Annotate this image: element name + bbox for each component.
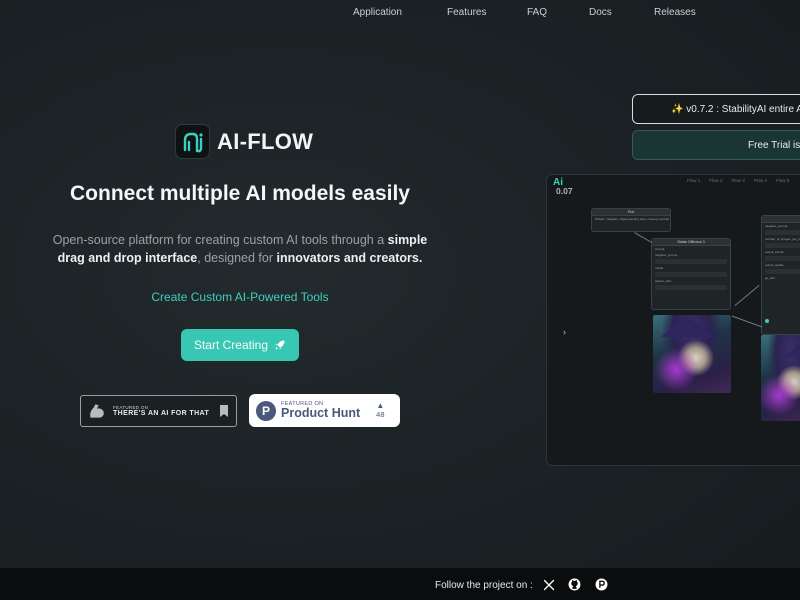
custom-tools-link[interactable]: Create Custom AI-Powered Tools xyxy=(0,290,480,304)
hero-subtitle: Open-source platform for creating custom… xyxy=(40,231,440,267)
producthunt-logo-icon: P xyxy=(256,400,276,421)
ph-big-text: Product Hunt xyxy=(281,406,361,420)
flow-tabs: Flow 1 Flow 2 Flow 3 Flow 4 Flow 5 xyxy=(687,178,789,183)
sd-node-title: Stable Diffusion 3 xyxy=(652,239,730,246)
node-connection xyxy=(731,315,763,328)
bookmark-icon xyxy=(220,405,229,417)
ph-vote-count: 48 xyxy=(376,410,385,419)
flow-tab: Flow 2 xyxy=(709,178,723,183)
product-hunt-badge[interactable]: P FEATURED ON Product Hunt ▲ 48 xyxy=(249,394,400,427)
sd-node-field xyxy=(655,285,727,290)
flow-tab: Flow 4 xyxy=(753,178,768,183)
text-node: Text Wizard, magician, digital painting … xyxy=(591,208,671,232)
app-timer: 0.07 xyxy=(556,186,573,196)
replicate-node-row: output_quality xyxy=(765,263,784,267)
nav-releases[interactable]: Releases xyxy=(654,7,696,18)
brand-name: AI-FLOW xyxy=(217,129,314,154)
github-icon[interactable] xyxy=(568,578,581,591)
app-preview-toolbar: Ai Flow 1 Flow 2 Flow 3 Flow 4 Flow 5 xyxy=(547,175,800,189)
nav-docs[interactable]: Docs xyxy=(589,7,612,18)
flow-tab: Flow 5 xyxy=(776,178,790,183)
chevron-right-icon: › xyxy=(563,327,566,337)
replicate-node-row: number_of_images_per_prom xyxy=(765,237,800,241)
sd-node-row: negative_prompt xyxy=(655,253,678,257)
sd-node-row: model xyxy=(655,266,664,270)
hero-headline: Connect multiple AI models easily xyxy=(70,182,410,205)
nav-application[interactable]: Application xyxy=(353,7,402,18)
flexed-arm-icon xyxy=(90,404,104,418)
flow-tab: Flow 1 xyxy=(687,178,701,183)
node-connection xyxy=(734,284,760,307)
sd-node-field xyxy=(655,259,727,264)
flow-tab: Flow 3 xyxy=(731,178,745,183)
nav-features[interactable]: Features xyxy=(447,7,486,18)
hero-subtitle-part-2: , designed for xyxy=(197,251,277,265)
replicate-node-row: negative_prompt xyxy=(765,224,788,228)
text-node-title: Text xyxy=(592,209,670,216)
x-icon[interactable] xyxy=(542,578,555,591)
wizard-output-image xyxy=(653,315,731,393)
stable-diffusion-node: Stable Diffusion 3 prompt negative_promp… xyxy=(651,238,731,310)
producthunt-icon[interactable] xyxy=(595,578,608,591)
replicate-node-title xyxy=(762,216,800,223)
footer-follow-label: Follow the project on : xyxy=(435,580,533,591)
nav-faq[interactable]: FAQ xyxy=(527,7,547,18)
footer: Follow the project on : xyxy=(0,568,800,600)
app-preview-screenshot: Ai Flow 1 Flow 2 Flow 3 Flow 4 Flow 5 0.… xyxy=(546,174,800,466)
top-nav: Application Features FAQ Docs Releases xyxy=(0,0,800,26)
wizard-output-image-2 xyxy=(761,335,800,421)
node-connection xyxy=(634,232,652,243)
hero-subtitle-part-1: Open-source platform for creating custom… xyxy=(52,233,388,247)
sd-node-field xyxy=(655,272,727,277)
replicate-node-row: go_fast xyxy=(765,276,775,280)
brand-logo-icon xyxy=(175,124,210,159)
text-node-body: Wizard, magician, digital painting style… xyxy=(595,217,670,221)
replicate-node-row: output_format xyxy=(765,250,784,254)
replicate-node: negative_prompt number_of_images_per_pro… xyxy=(761,215,800,335)
rocket-icon xyxy=(275,340,285,350)
version-announcement[interactable]: ✨ v0.7.2 : StabilityAI entire AP xyxy=(632,94,800,124)
start-creating-button[interactable]: Start Creating xyxy=(181,329,299,361)
ph-votes: ▲ 48 xyxy=(376,401,385,420)
start-creating-label: Start Creating xyxy=(193,338,269,352)
upvote-icon: ▲ xyxy=(376,401,385,410)
free-trial-banner[interactable]: Free Trial is N xyxy=(632,130,800,160)
theres-an-ai-for-that-badge[interactable]: FEATURED ON THERE'S AN AI FOR THAT xyxy=(80,395,237,427)
hero-subtitle-bold-2: innovators and creators. xyxy=(276,251,423,265)
sd-node-row: aspect_ratio xyxy=(655,279,672,283)
aiforthat-big-text: THERE'S AN AI FOR THAT xyxy=(113,410,210,417)
